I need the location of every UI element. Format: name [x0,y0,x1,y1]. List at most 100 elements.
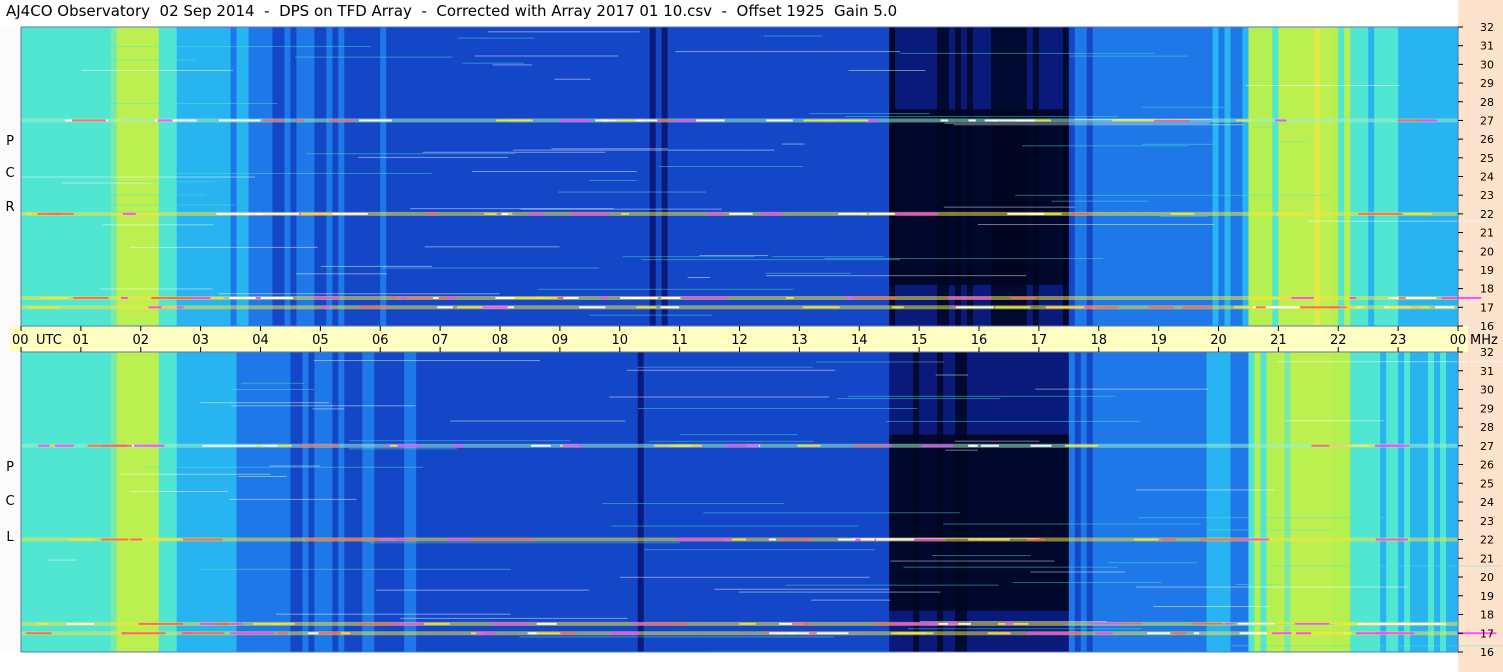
time-strip [104,352,112,652]
time-strip [1086,352,1094,652]
noise-line [763,35,823,37]
time-strip [697,27,705,326]
time-tick-label: 12 [731,333,748,348]
time-strip [86,27,94,326]
time-strip [500,27,507,326]
noise-line [641,259,900,261]
noise-line [699,255,769,257]
interference-spot [1030,444,1052,447]
interference-spot [579,306,606,309]
noise-line [230,388,315,390]
interference-spot [298,444,340,447]
interference-spot [49,444,56,447]
interference-spot [947,296,992,299]
time-strip [643,27,651,326]
time-strip [206,352,214,652]
time-strip [1374,352,1381,652]
interference-spot [760,212,781,215]
time-strip [631,27,639,326]
time-strip [98,352,106,652]
interference-spot [408,538,416,541]
interference-spot [791,622,812,625]
noise-line [422,151,606,153]
time-strip [1194,27,1202,326]
noise-line [81,102,278,104]
interference-spot [572,212,610,215]
noise-line [845,116,1118,118]
time-strip [500,352,507,652]
interference-spot [202,444,236,447]
time-strip [1080,352,1088,652]
time-strip [1110,352,1118,652]
interference-spot [37,622,49,625]
noise-line [1051,200,1149,202]
dark-region [889,434,1069,611]
time-strip [182,352,190,652]
lcp-panel [20,351,1503,653]
time-strip [428,352,435,652]
time-strip [32,27,40,326]
time-strip [164,27,172,326]
noise-line [1012,582,1162,584]
time-strip [362,27,369,326]
freq-tick-label: 20 [1480,245,1494,258]
time-strip [326,352,333,652]
noise-line [120,473,271,475]
freq-tick-label: 17 [1480,627,1494,640]
time-unit-label: UTC [36,333,62,348]
freq-tick-label: 29 [1480,402,1494,415]
time-strip [194,352,202,652]
interference-spot [1193,632,1200,635]
time-strip [452,352,459,652]
interference-spot [968,444,975,447]
interference-spot [527,632,537,635]
interference-spot [661,296,681,299]
interference-spot [321,306,330,309]
noise-line [41,532,86,534]
time-strip [769,27,777,326]
time-strip [464,27,471,326]
time-strip [80,27,88,326]
interference-spot [38,444,74,447]
rcp-panel [20,26,1489,327]
noise-line [1035,388,1209,390]
time-strip [1164,27,1172,326]
time-strip [224,352,232,652]
noise-line [622,256,755,258]
noise-line [375,589,589,591]
time-tick-label: 17 [1031,333,1048,348]
interference-spot [314,538,356,541]
interference-spot [696,119,725,122]
time-strip [368,27,375,326]
noise-line [231,405,416,407]
time-strip [1356,27,1363,326]
freq-tick-label: 29 [1480,77,1494,90]
interference-spot [100,538,129,541]
time-strip [212,352,220,652]
time-strip [374,352,381,652]
time-strip [811,27,818,326]
noise-line [609,396,829,398]
noise-line [65,555,87,557]
time-strip [446,352,453,652]
time-strip [835,27,842,326]
interference-spot [271,622,279,625]
noise-line [945,449,978,451]
noise-line [410,208,614,210]
interference-spot [484,212,497,215]
interference-spot [214,622,229,625]
time-strip [1092,352,1100,652]
time-strip [859,352,866,652]
bright-band [1278,27,1333,326]
interference-spot [424,622,450,625]
time-tick-label: 14 [851,333,868,348]
time-strip [464,352,471,652]
time-strip [1272,352,1279,652]
noise-line [100,288,213,290]
interference-spot [492,622,531,625]
time-tick-label: 03 [192,333,209,348]
interference-spot [635,119,658,122]
time-strip [1368,27,1375,326]
noise-line [1235,584,1283,586]
noise-line [513,149,775,151]
